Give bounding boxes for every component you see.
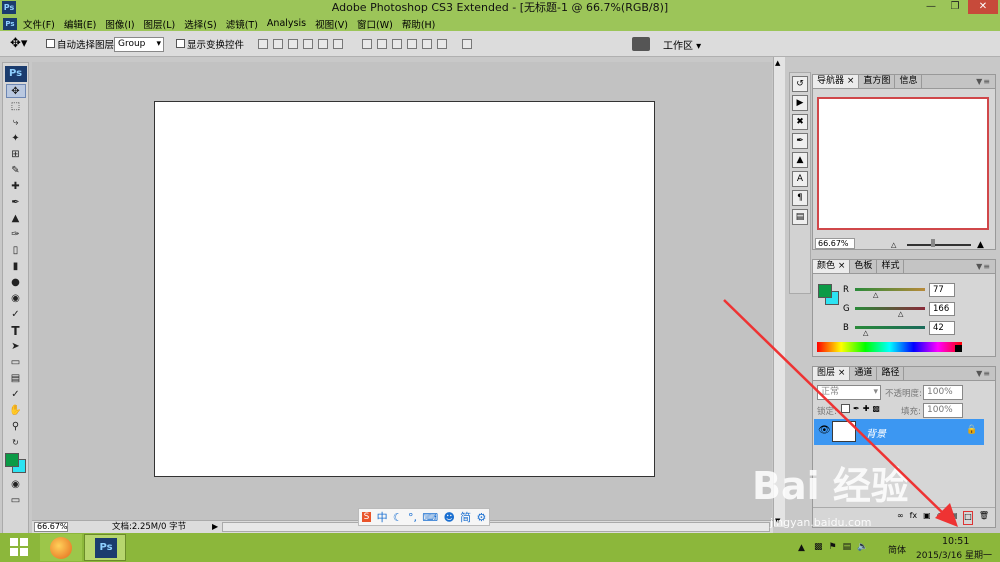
tray-language[interactable]: 简体 — [888, 543, 906, 556]
tray-arrow-icon[interactable]: ▲ — [798, 543, 805, 553]
annotation-arrow — [723, 299, 958, 527]
tray-time[interactable]: 10:51 — [942, 536, 969, 547]
taskbar-photoshop-button[interactable]: Ps — [84, 534, 126, 561]
tray-date[interactable]: 2015/3/16 星期一 — [916, 548, 992, 561]
windows-start-icon[interactable] — [10, 538, 28, 556]
tray-network-icon[interactable]: ▩ — [814, 542, 823, 552]
browser-icon — [50, 537, 72, 559]
photoshop-icon: Ps — [95, 538, 117, 558]
tray-icons: ▩ ⚑ ▤ 🔈 — [814, 542, 868, 552]
taskbar-browser-button[interactable] — [40, 534, 82, 561]
tray-flag-icon[interactable]: ⚑ — [829, 542, 837, 552]
tray-volume-icon[interactable]: 🔈 — [857, 542, 868, 552]
tray-display-icon[interactable]: ▤ — [843, 542, 852, 552]
